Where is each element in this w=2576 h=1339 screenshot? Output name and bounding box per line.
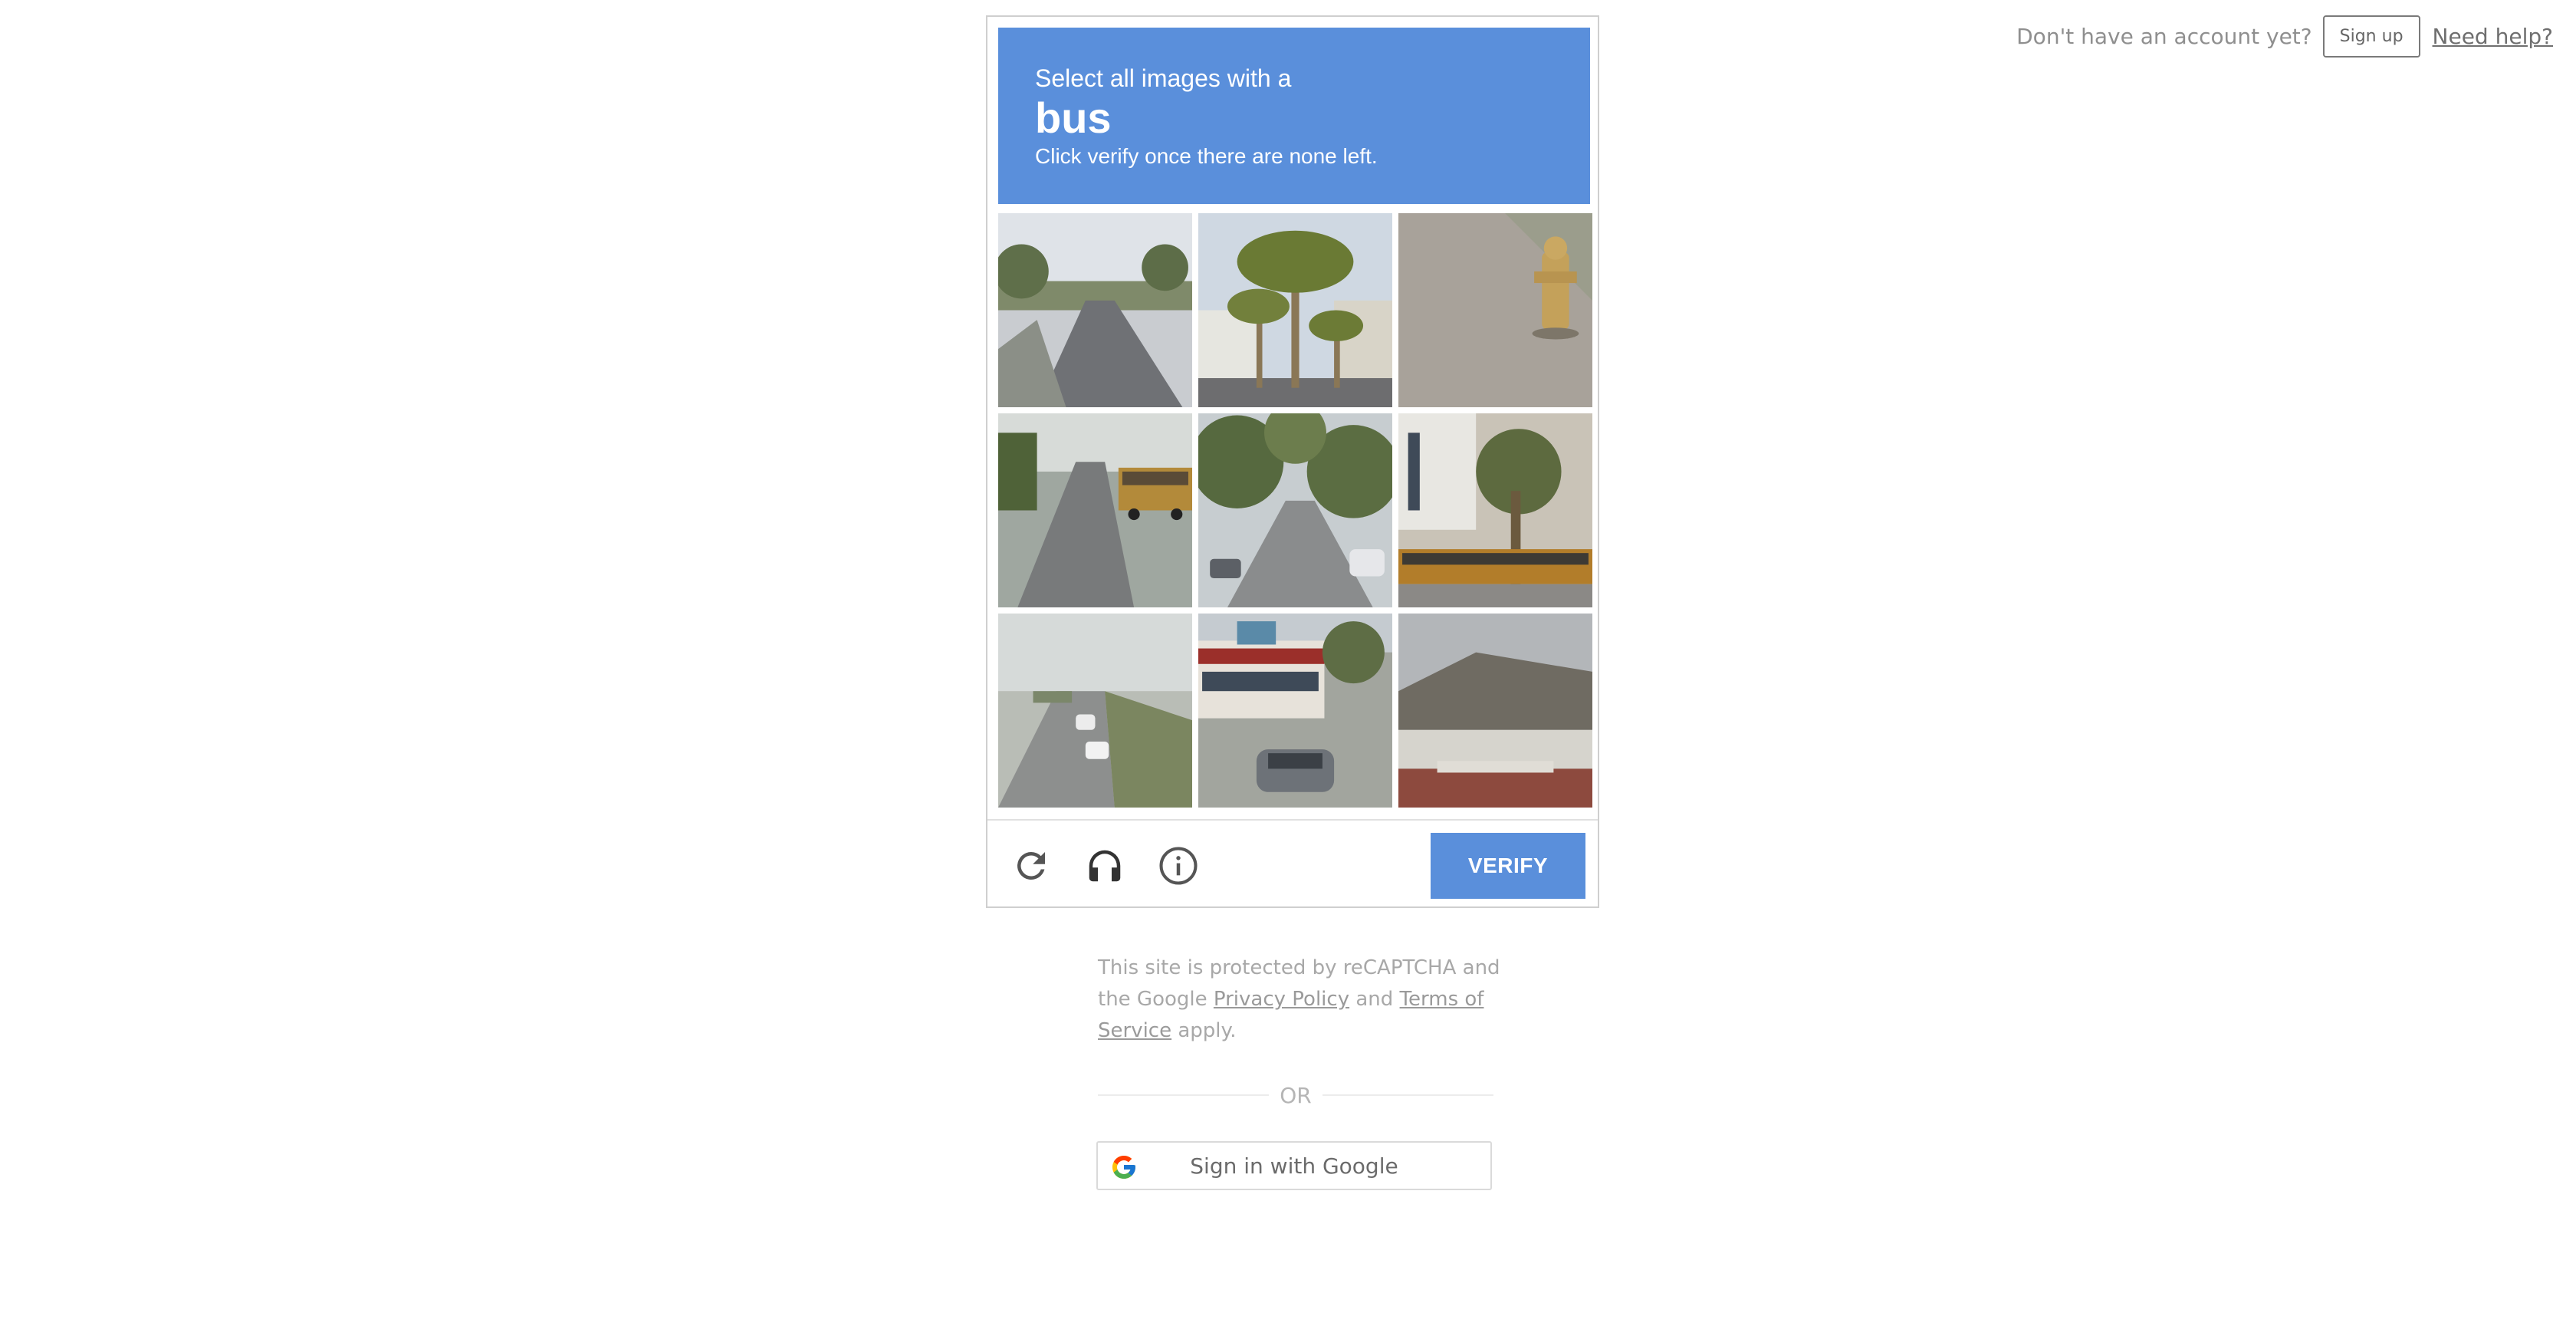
- recaptcha-legal-text: This site is protected by reCAPTCHA and …: [1098, 952, 1504, 1047]
- top-bar: Don't have an account yet? Sign up Need …: [2016, 15, 2553, 58]
- verify-button[interactable]: VERIFY: [1431, 833, 1585, 899]
- divider-rule-left: [1098, 1094, 1270, 1096]
- image-tile-4[interactable]: [998, 413, 1192, 607]
- challenge-header: Select all images with a bus Click verif…: [998, 28, 1590, 204]
- signup-prompt: Don't have an account yet?: [2016, 24, 2312, 49]
- or-label: OR: [1280, 1082, 1312, 1108]
- image-tile-8[interactable]: [1198, 614, 1392, 808]
- headphones-icon[interactable]: [1084, 845, 1125, 887]
- image-tile-2[interactable]: [1198, 213, 1392, 407]
- challenge-footer: VERIFY: [987, 819, 1598, 908]
- challenge-keyword: bus: [1035, 94, 1112, 142]
- image-tile-6[interactable]: [1398, 413, 1592, 607]
- signup-button[interactable]: Sign up: [2322, 15, 2420, 58]
- google-signin-button[interactable]: Sign in with Google: [1096, 1141, 1492, 1190]
- challenge-instruction: Select all images with a: [1035, 64, 1292, 92]
- reload-icon[interactable]: [1010, 845, 1052, 887]
- google-logo-icon: [1110, 1153, 1138, 1181]
- image-tile-3[interactable]: [1398, 213, 1592, 407]
- need-help-link[interactable]: Need help?: [2433, 24, 2553, 49]
- google-signin-label: Sign in with Google: [1190, 1153, 1398, 1179]
- image-tile-9[interactable]: [1398, 614, 1592, 808]
- recaptcha-challenge: Select all images with a bus Click verif…: [986, 15, 1599, 908]
- image-tile-1[interactable]: [998, 213, 1192, 407]
- legal-text-2: and: [1349, 988, 1400, 1011]
- or-divider: OR: [1098, 1080, 1493, 1110]
- legal-text-3: apply.: [1171, 1019, 1237, 1042]
- privacy-policy-link[interactable]: Privacy Policy: [1214, 988, 1349, 1011]
- divider-rule-right: [1322, 1094, 1493, 1096]
- image-grid: [998, 213, 1592, 808]
- challenge-subtext: Click verify once there are none left.: [1035, 144, 1378, 168]
- image-tile-7[interactable]: [998, 614, 1192, 808]
- image-tile-5[interactable]: [1198, 413, 1392, 607]
- info-icon[interactable]: [1158, 845, 1199, 887]
